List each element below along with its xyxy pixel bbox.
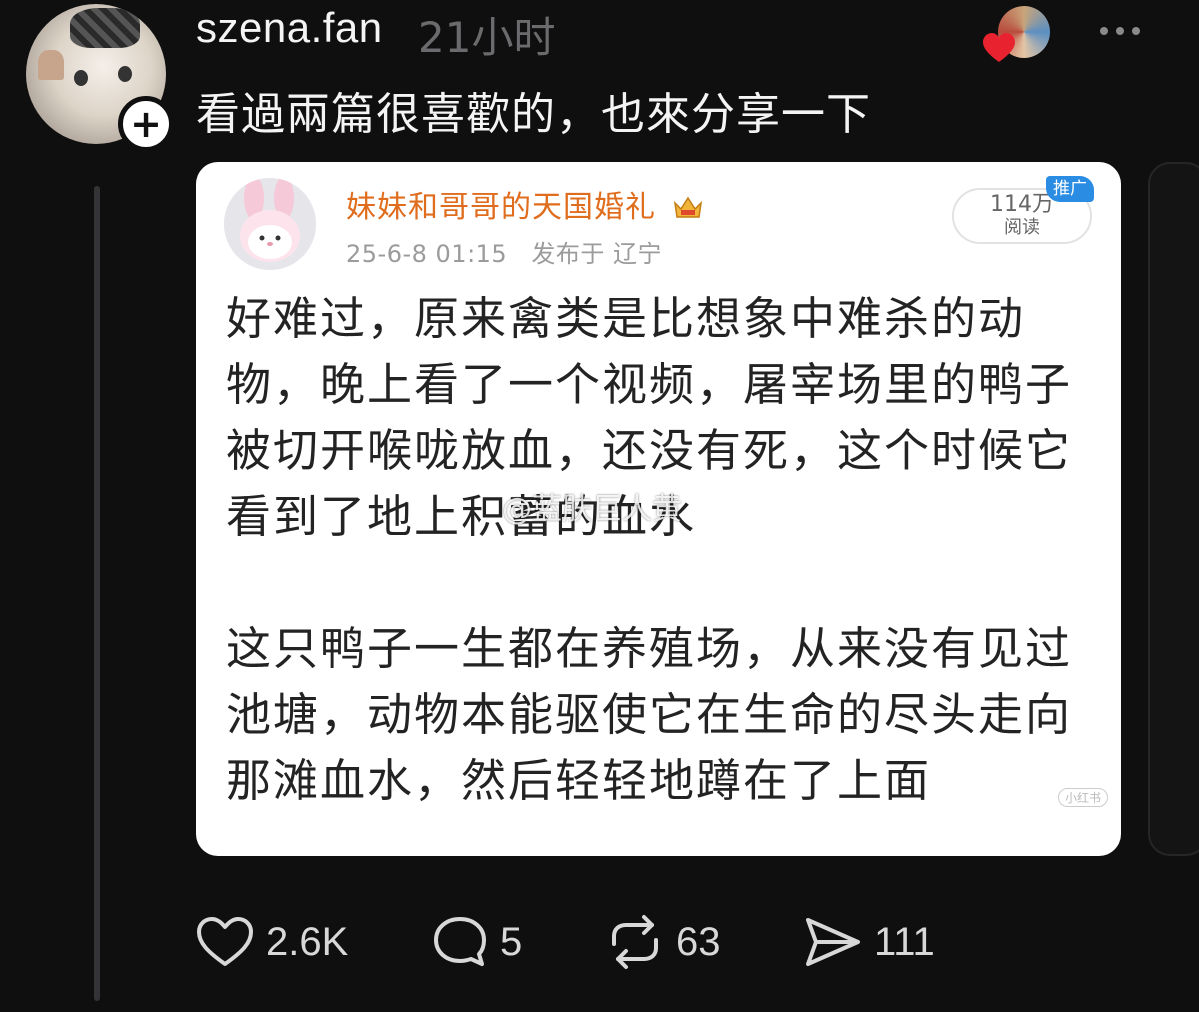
thread-line [94,186,100,1001]
next-image-preview[interactable] [1148,162,1199,856]
plus-icon: + [130,102,162,146]
share-button[interactable]: 111 [804,912,935,972]
action-bar: 2.6K 5 63 111 [196,912,996,972]
send-icon [806,918,860,966]
reads-label: 阅读 [1004,217,1040,238]
username[interactable]: szena.fan [196,4,383,52]
like-button[interactable]: 2.6K [196,912,348,972]
embedded-meta: 25-6-8 01:15 发布于 辽宁 [346,234,662,269]
embedded-body: 好难过，原来禽类是比想象中难杀的动物，晚上看了一个视频，屠宰场里的鸭子被切开喉咙… [226,286,1086,856]
embedded-location: 发布于 辽宁 [531,240,662,268]
repost-button[interactable]: 63 [606,912,721,972]
repost-icon [612,915,658,969]
watermark-small: 小红书 [1058,788,1109,807]
embedded-image[interactable]: 妹妹和哥哥的天国婚礼 25-6-8 01:15 发布于 辽宁 114万 阅读 推… [196,162,1121,856]
post-text: 看過兩篇很喜歡的，也來分享一下 [196,89,871,140]
avatar-eye [74,70,88,86]
embedded-author-avatar [224,178,316,270]
ad-tag: 推广 [1046,176,1094,202]
share-count: 111 [874,919,935,964]
follow-button[interactable]: + [118,96,174,152]
repost-count: 63 [676,919,721,964]
embedded-date: 25-6-8 01:15 [346,240,508,268]
watermark: @蓝肤巨人黄 [502,492,682,527]
post-timestamp: 21小时 [418,13,556,62]
heart-icon [197,917,253,966]
comment-button[interactable]: 5 [432,912,522,972]
threads-post: + szena.fan 21小时 看過兩篇很喜歡的，也來分享一下 妹妹和哥哥的天… [0,0,1199,1012]
heart-icon [982,32,1016,64]
embedded-author-label: 妹妹和哥哥的天国婚礼 [346,190,656,225]
like-count: 2.6K [266,919,349,964]
embedded-paragraph: 这只鸭子一生都在养殖场，从来没有见过池塘，动物本能驱使它在生命的尽头走向那滩血水… [226,622,1073,807]
comment-count: 5 [500,919,523,964]
avatar-ear [38,50,64,80]
crown-icon [673,194,703,229]
comment-bubble-icon [434,917,486,966]
more-dots-icon[interactable] [1100,18,1146,44]
embedded-author-name: 妹妹和哥哥的天国婚礼 [346,182,703,229]
avatar-hat [70,8,140,48]
avatar-eye [118,66,132,82]
